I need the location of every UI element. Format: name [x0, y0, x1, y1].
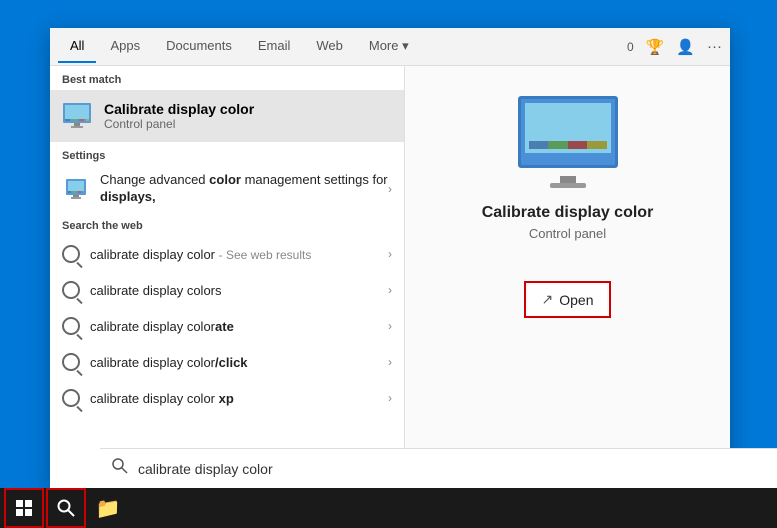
web-search-icon-3 — [62, 317, 80, 335]
taskbar: 📁 — [0, 488, 777, 528]
tab-email[interactable]: Email — [246, 30, 303, 63]
open-button-icon: ↗ — [542, 291, 554, 308]
open-button-container: ↗ Open — [524, 281, 612, 334]
web-item-2[interactable]: calibrate display colors › — [50, 272, 404, 308]
web-item-1[interactable]: calibrate display color - See web result… — [50, 236, 404, 272]
best-match-item[interactable]: Calibrate display color Control panel — [50, 90, 404, 142]
settings-chevron-icon: › — [388, 182, 392, 196]
web-search-icon-5 — [62, 389, 80, 407]
settings-icon — [62, 175, 90, 203]
right-app-subtitle: Control panel — [482, 226, 654, 241]
right-panel: Calibrate display color Control panel ↗ … — [405, 66, 730, 488]
web-text-5: calibrate display color xp — [90, 391, 388, 406]
best-match-text: Calibrate display color Control panel — [104, 101, 392, 131]
windows-logo-icon — [16, 500, 32, 516]
best-match-icon — [62, 100, 94, 132]
tab-all[interactable]: All — [58, 30, 96, 63]
settings-text: Change advanced color management setting… — [100, 172, 388, 206]
more-icon[interactable]: ··· — [707, 38, 722, 55]
web-chevron-1: › — [388, 247, 392, 261]
tab-more[interactable]: More ▾ — [357, 30, 421, 64]
account-icon[interactable]: 👤 — [676, 38, 695, 56]
web-search-icon-1 — [62, 245, 80, 263]
web-chevron-4: › — [388, 355, 392, 369]
tab-right-icons: 0 🏆 👤 ··· — [627, 38, 722, 56]
tab-bar: All Apps Documents Email Web More ▾ 0 🏆 … — [50, 28, 730, 66]
web-search-icon-4 — [62, 353, 80, 371]
open-button-label: Open — [559, 292, 593, 308]
open-button[interactable]: ↗ Open — [528, 285, 608, 314]
tab-apps[interactable]: Apps — [98, 30, 152, 63]
tab-badge: 0 — [627, 40, 634, 54]
search-input[interactable] — [138, 461, 768, 477]
search-bar-icon — [112, 458, 128, 479]
settings-item[interactable]: Change advanced color management setting… — [50, 166, 404, 212]
trophy-icon[interactable]: 🏆 — [646, 38, 665, 56]
web-chevron-2: › — [388, 283, 392, 297]
web-item-4[interactable]: calibrate display color/click › — [50, 344, 404, 380]
open-button-highlight: ↗ Open — [524, 281, 612, 318]
left-panel: Best match Calibrate display c — [50, 66, 405, 488]
tab-documents[interactable]: Documents — [154, 30, 244, 63]
web-chevron-3: › — [388, 319, 392, 333]
settings-label: Settings — [50, 142, 404, 166]
web-search-label: Search the web — [50, 212, 404, 236]
content-area: Best match Calibrate display c — [50, 66, 730, 488]
tab-web[interactable]: Web — [304, 30, 355, 63]
web-chevron-5: › — [388, 391, 392, 405]
web-text-1: calibrate display color - See web result… — [90, 247, 388, 262]
monitor-illustration — [518, 96, 618, 176]
best-match-subtitle: Control panel — [104, 117, 392, 131]
web-item-5[interactable]: calibrate display color xp › — [50, 380, 404, 416]
search-bar — [100, 448, 777, 488]
right-title-area: Calibrate display color Control panel — [482, 204, 654, 265]
web-text-4: calibrate display color/click — [90, 355, 388, 370]
best-match-label: Best match — [50, 66, 404, 90]
folder-icon: 📁 — [96, 496, 121, 521]
web-text-3: calibrate display colorate — [90, 319, 388, 334]
search-panel: All Apps Documents Email Web More ▾ 0 🏆 … — [50, 28, 730, 488]
taskbar-explorer-button[interactable]: 📁 — [88, 488, 128, 528]
taskbar-search-icon — [57, 499, 75, 517]
best-match-title: Calibrate display color — [104, 101, 392, 117]
right-app-title: Calibrate display color — [482, 204, 654, 222]
web-search-icon-2 — [62, 281, 80, 299]
windows-start-button[interactable] — [4, 488, 44, 528]
taskbar-search-button[interactable] — [46, 488, 86, 528]
web-text-2: calibrate display colors — [90, 283, 388, 298]
web-item-3[interactable]: calibrate display colorate › — [50, 308, 404, 344]
